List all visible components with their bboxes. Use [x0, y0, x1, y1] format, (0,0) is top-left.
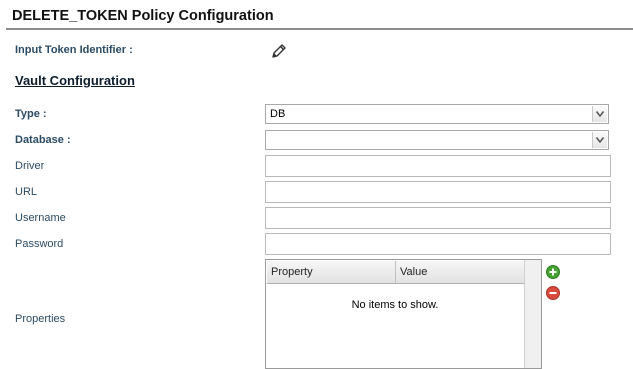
plus-circle-icon: [546, 265, 560, 279]
properties-grid-header: Property Value: [267, 261, 525, 284]
type-label: Type :: [15, 108, 47, 120]
pencil-icon[interactable]: [270, 42, 288, 60]
type-select[interactable]: DB: [265, 104, 609, 124]
driver-input[interactable]: [265, 155, 611, 177]
url-input[interactable]: [265, 181, 611, 203]
password-label: Password: [15, 238, 64, 250]
chevron-down-icon[interactable]: [592, 106, 607, 122]
vault-section-title: Vault Configuration: [15, 73, 135, 88]
grid-scrollbar[interactable]: [524, 260, 541, 368]
input-token-label: Input Token Identifier :: [15, 44, 133, 56]
page-title: DELETE_TOKEN Policy Configuration: [12, 8, 274, 24]
chevron-down-icon[interactable]: [592, 132, 607, 148]
type-select-value: DB: [270, 108, 286, 120]
minus-circle-icon: [546, 286, 560, 300]
column-header-value[interactable]: Value: [396, 261, 525, 283]
password-input[interactable]: [265, 233, 611, 255]
add-property-button[interactable]: [546, 265, 560, 279]
column-header-property[interactable]: Property: [267, 261, 396, 283]
username-input[interactable]: [265, 207, 611, 229]
database-label: Database :: [15, 134, 71, 146]
properties-label: Properties: [15, 313, 66, 325]
url-label: URL: [15, 186, 38, 198]
properties-grid: Property Value No items to show.: [265, 259, 542, 369]
empty-grid-message: No items to show.: [351, 299, 439, 311]
database-select[interactable]: [265, 130, 609, 150]
driver-label: Driver: [15, 160, 45, 172]
remove-property-button[interactable]: [546, 286, 560, 300]
username-label: Username: [15, 212, 66, 224]
title-divider: [6, 28, 633, 30]
